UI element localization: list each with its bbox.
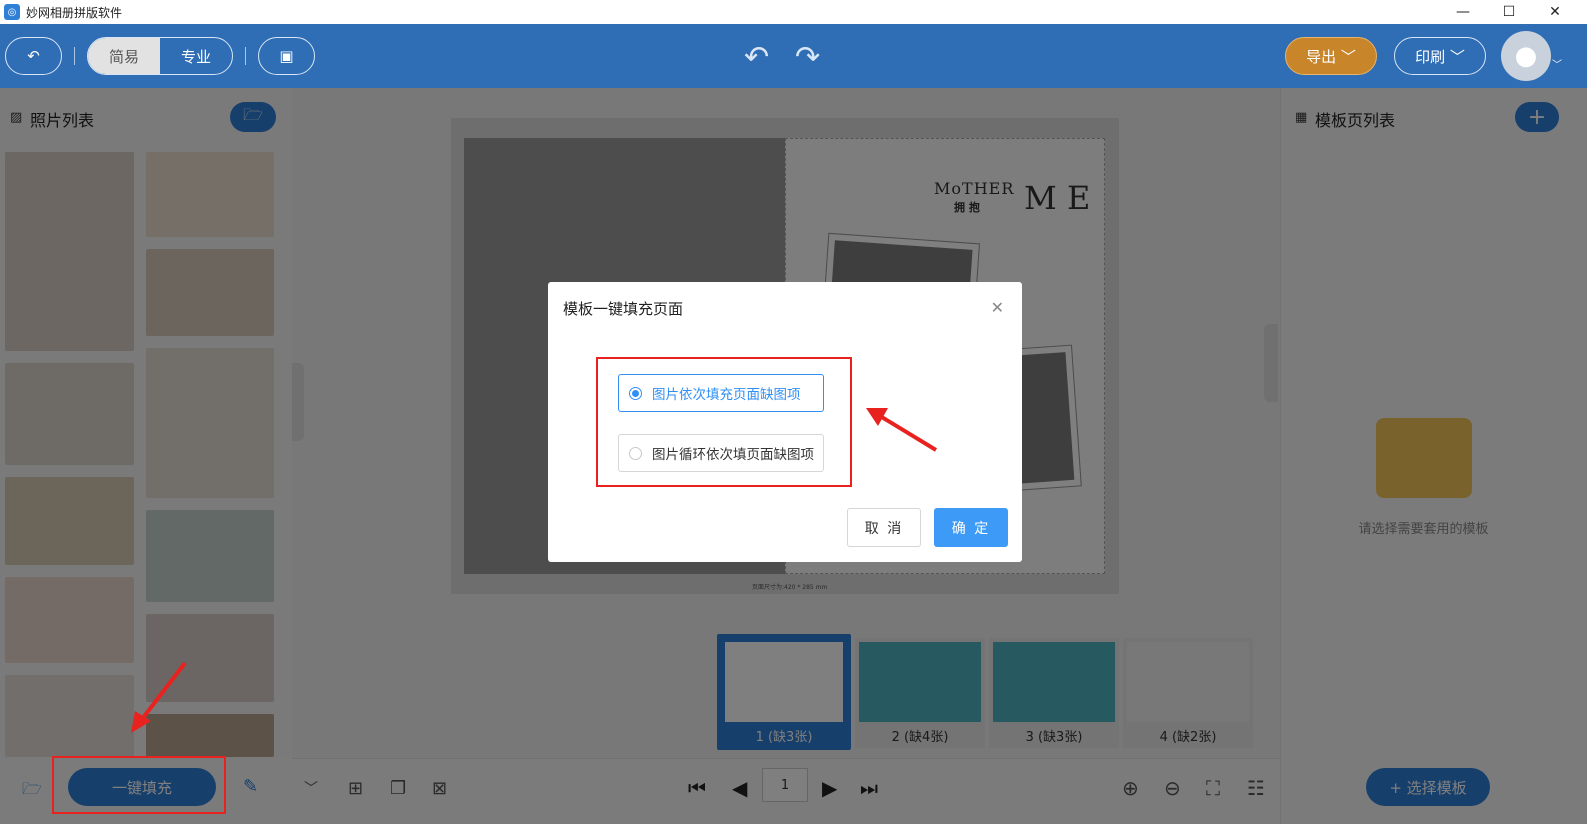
user-icon: ●: [1514, 41, 1538, 71]
app-logo-icon: ◎: [4, 4, 20, 20]
confirm-button[interactable]: 确 定: [934, 508, 1008, 547]
mode-pro-button[interactable]: 专业: [160, 38, 232, 74]
user-avatar[interactable]: ●: [1501, 31, 1551, 81]
print-button[interactable]: 印刷 ﹀: [1394, 37, 1486, 75]
save-disk-icon: ▣: [279, 47, 294, 65]
back-arrow-icon: ↶: [27, 47, 40, 65]
title-bar: ◎ 妙网相册拼版软件 — ☐ ✕: [0, 0, 1587, 24]
dialog-close-icon[interactable]: ✕: [991, 298, 1004, 317]
save-button[interactable]: ▣: [258, 37, 315, 75]
annotation-arrow-right: [866, 408, 938, 452]
undo-icon[interactable]: ↶: [744, 40, 769, 75]
window-title: 妙网相册拼版软件: [26, 5, 123, 20]
toolbar-divider: [245, 47, 246, 65]
close-window-button[interactable]: ✕: [1532, 0, 1578, 24]
mode-switch: 简易 专业: [87, 37, 233, 75]
redo-icon[interactable]: ↷: [795, 40, 820, 75]
maximize-button[interactable]: ☐: [1486, 0, 1532, 24]
annotation-highlight-options: [596, 357, 852, 487]
back-button[interactable]: ↶: [5, 37, 62, 75]
toolbar-divider: [74, 47, 75, 65]
mode-simple-button[interactable]: 简易: [88, 38, 160, 74]
export-button[interactable]: 导出 ﹀: [1285, 37, 1377, 75]
cancel-button[interactable]: 取 消: [847, 508, 921, 547]
avatar-chevron-icon[interactable]: ﹀: [1552, 56, 1562, 71]
annotation-arrow-left: [131, 661, 187, 733]
minimize-button[interactable]: —: [1440, 0, 1486, 24]
annotation-highlight-fill-button: [52, 756, 226, 814]
dialog-title: 模板一键填充页面: [563, 300, 684, 318]
